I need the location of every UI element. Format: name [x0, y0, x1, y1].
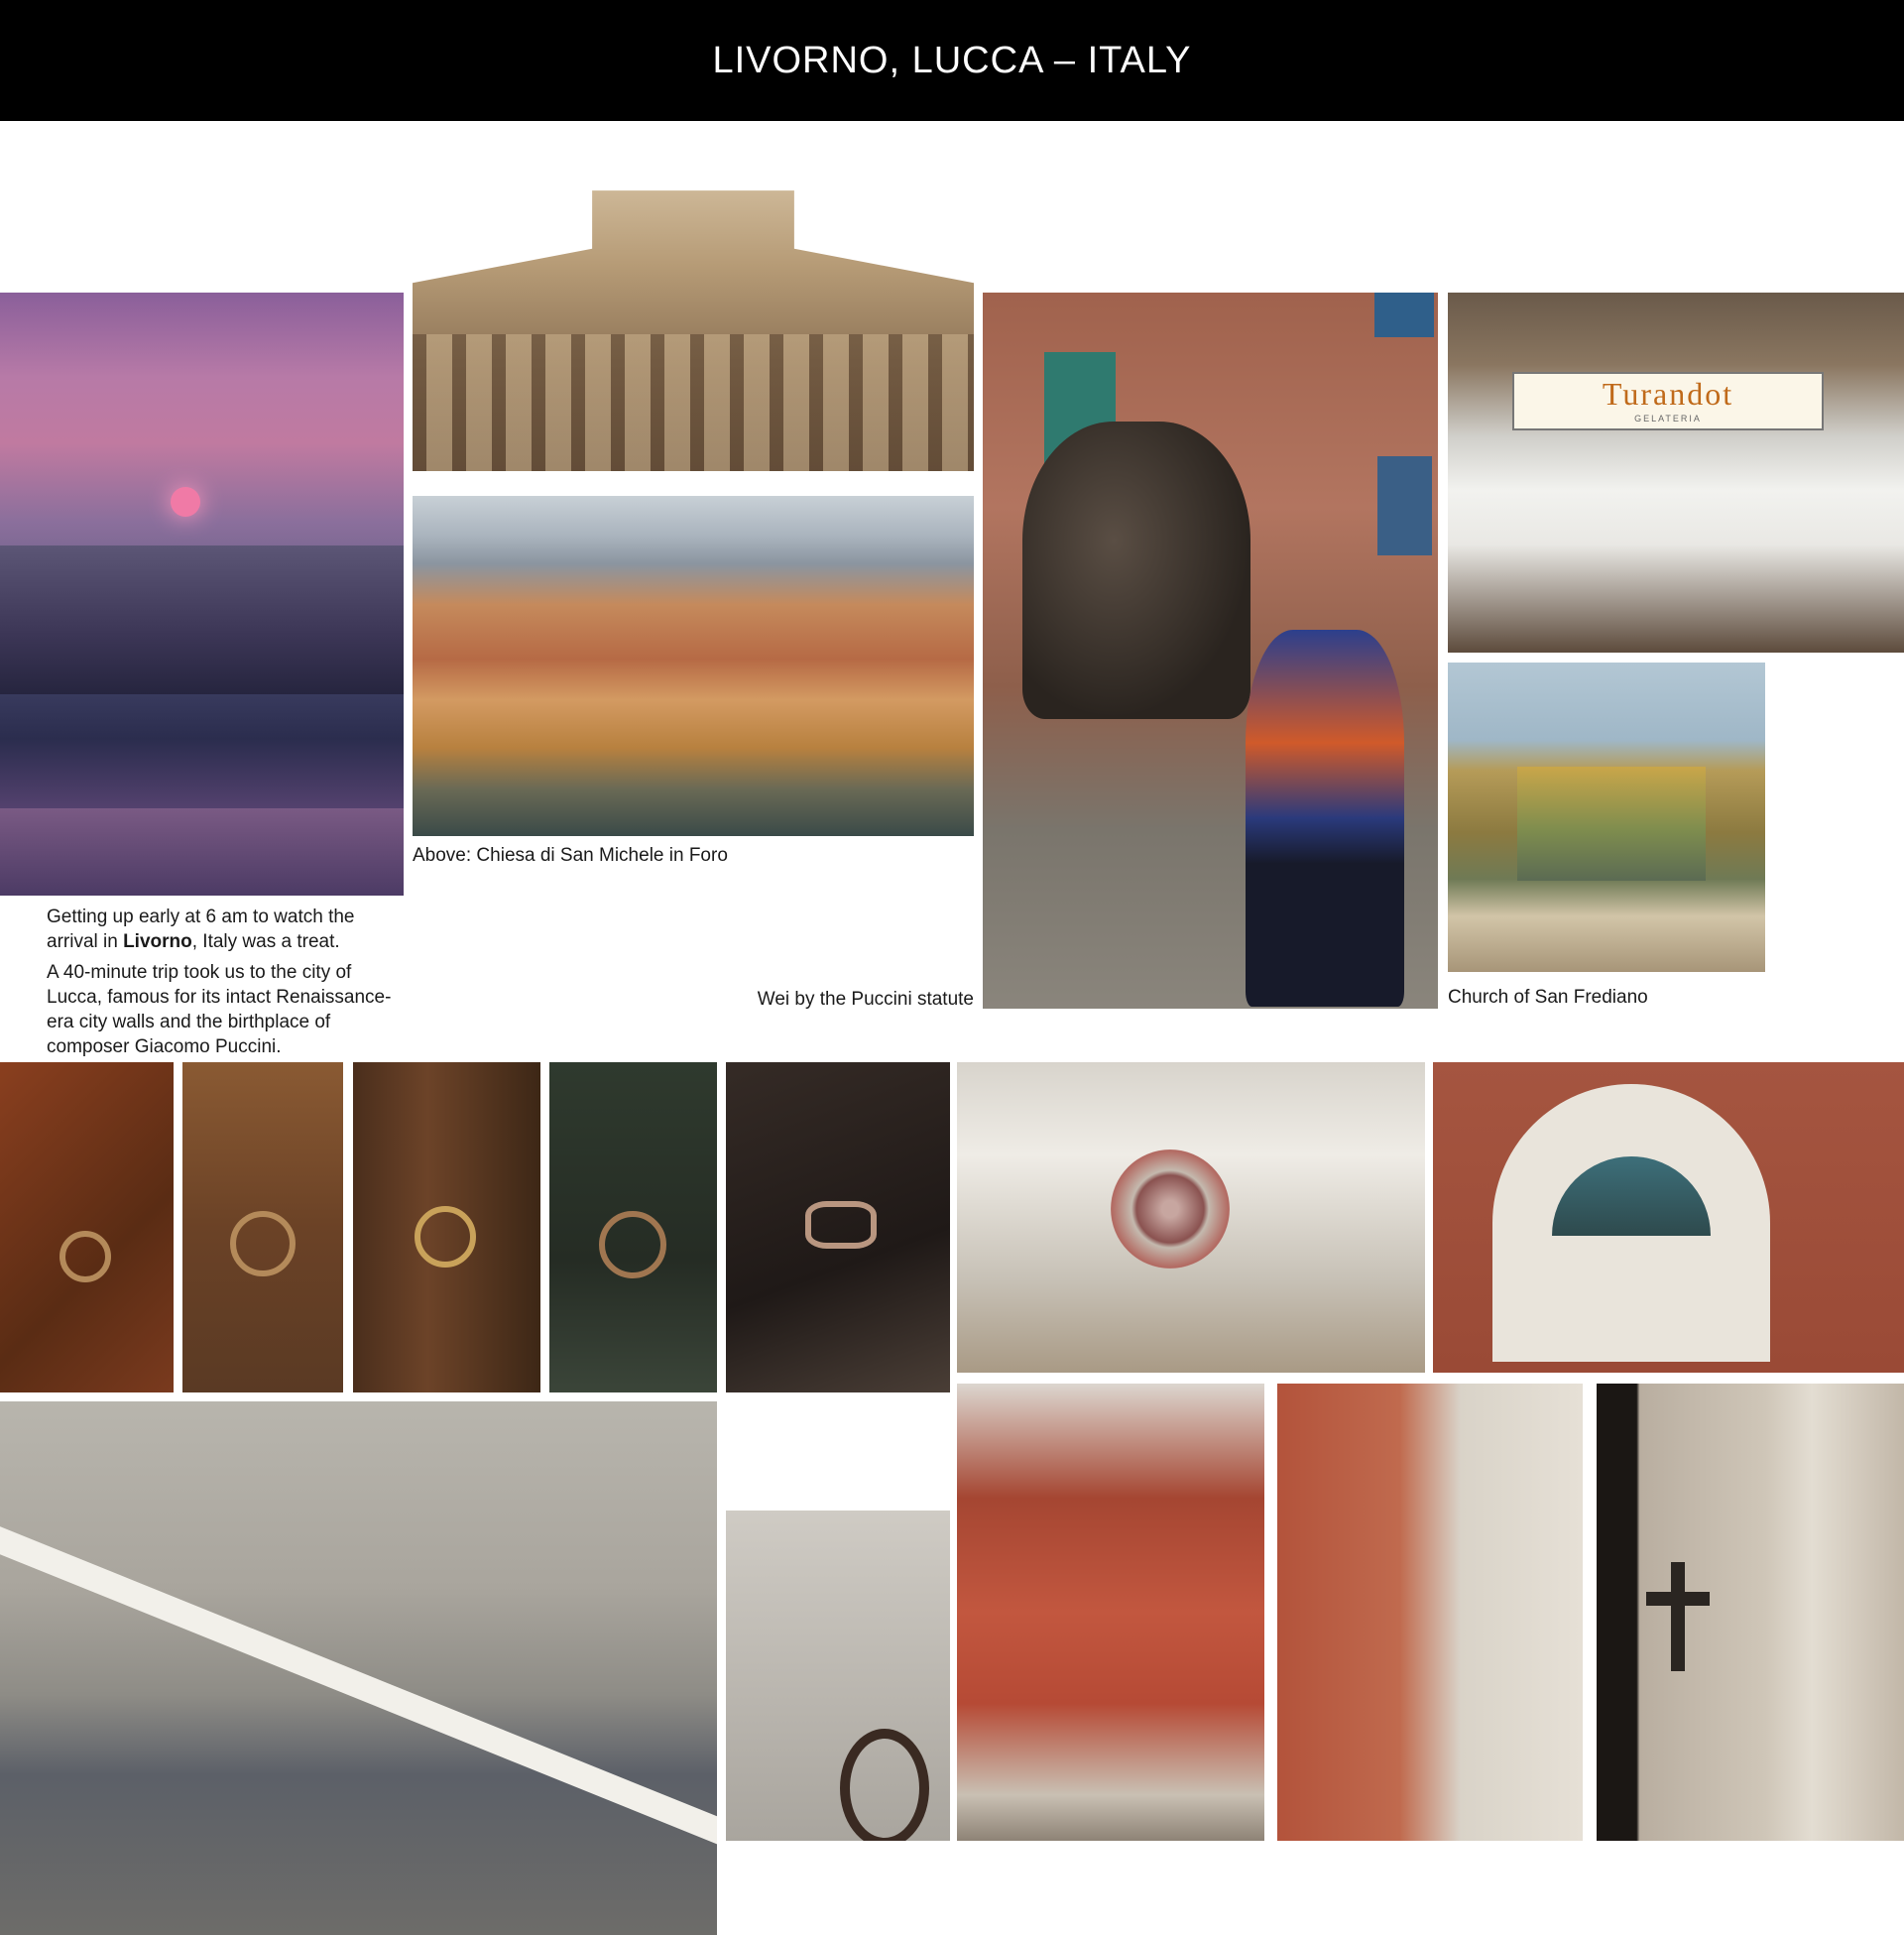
door-knocker-photo-2: [182, 1062, 343, 1392]
page-title: LIVORNO, LUCCA – ITALY: [712, 40, 1192, 81]
marble-cross-photo: [1597, 1384, 1904, 1841]
intro-caption: Getting up early at 6 am to watch the ar…: [47, 905, 404, 1065]
page-header: LIVORNO, LUCCA – ITALY: [0, 0, 1904, 121]
turandot-sign: Turandot GELATERIA: [1512, 372, 1824, 430]
brick-stone-wall-photo: [1277, 1384, 1583, 1841]
san-frediano-photo: [1448, 663, 1765, 972]
puccini-caption: Wei by the Puccini statute: [757, 989, 974, 1010]
san-michele-facade-photo: [413, 190, 974, 471]
brick-arches-photo: [957, 1384, 1264, 1841]
turandot-sign-text: Turandot: [1602, 376, 1734, 412]
lunette-doorway-photo: [1433, 1062, 1904, 1373]
livorno-bold: Livorno: [123, 931, 192, 952]
door-knocker-photo-3: [353, 1062, 540, 1392]
intro-paragraph-1: Getting up early at 6 am to watch the ar…: [47, 905, 404, 954]
gelateria-sign-text: GELATERIA: [1634, 414, 1702, 423]
intro-text-end: , Italy was a treat.: [191, 931, 340, 952]
puccini-statue-photo: [983, 293, 1438, 1009]
dragon-ring-photo: [726, 1511, 950, 1841]
child-pigeons-photo: [0, 1401, 717, 1935]
intro-paragraph-2: A 40-minute trip took us to the city of …: [47, 962, 392, 1057]
san-michele-caption: Above: Chiesa di San Michele in Foro: [413, 845, 728, 866]
door-knocker-photo-5: [726, 1062, 950, 1392]
livorno-cityscape-photo: [413, 496, 974, 836]
door-knocker-photo-4: [549, 1062, 717, 1392]
door-knocker-photo-1: [0, 1062, 174, 1392]
san-frediano-caption: Church of San Frediano: [1448, 987, 1648, 1008]
livorno-sunset-photo: [0, 293, 404, 896]
turandot-gelateria-photo: Turandot GELATERIA: [1448, 293, 1904, 653]
rose-window-photo: [957, 1062, 1425, 1373]
